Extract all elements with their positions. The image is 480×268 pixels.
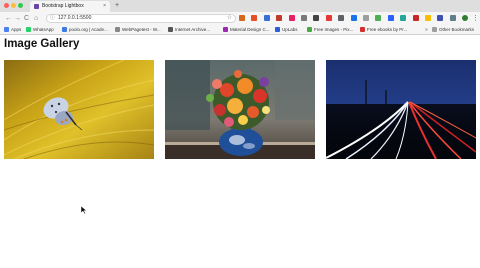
extension-icon[interactable]	[276, 15, 283, 21]
extension-icon[interactable]	[400, 15, 407, 21]
tab-bootstrap-lightbox[interactable]: Bootstrap Lightbox ×	[30, 1, 110, 12]
more-bookmarks-icon[interactable]: »	[425, 26, 428, 34]
close-window-button[interactable]	[4, 3, 9, 8]
tab-close-icon[interactable]: ×	[103, 2, 106, 11]
gallery-image-flowers[interactable]	[165, 60, 315, 159]
page-content: Image Gallery	[0, 36, 480, 268]
reload-icon[interactable]: C	[24, 14, 29, 23]
back-icon[interactable]: ←	[5, 14, 12, 23]
gallery-image-butterfly[interactable]	[4, 60, 154, 159]
bookmark-label: Free Images - Pix...	[314, 27, 354, 32]
bookmark-star-icon[interactable]: ☆	[227, 15, 232, 22]
extension-icon[interactable]	[375, 15, 382, 21]
new-tab-button[interactable]: +	[113, 2, 121, 10]
bookmark-label: WebPagetest - W...	[122, 27, 161, 32]
bookmark-favicon-icon	[307, 27, 312, 32]
bookmark-favicon-icon	[26, 27, 31, 32]
address-bar[interactable]: ⓘ 127.0.0.1:5500 ☆	[46, 14, 236, 23]
browser-toolbar: ← → C ⌂ ⓘ 127.0.0.1:5500 ☆ ⋮	[0, 12, 480, 25]
extension-icon[interactable]	[338, 15, 345, 21]
bookmark-favicon-icon	[360, 27, 365, 32]
bookmark-label: Internet Archive...	[175, 27, 211, 32]
extension-icon[interactable]	[387, 15, 394, 21]
extension-icon[interactable]	[263, 15, 270, 21]
bookmark-favicon-icon	[115, 27, 120, 32]
extension-icon[interactable]	[288, 15, 295, 21]
bookmark-label: WhatsApp	[33, 27, 54, 32]
maximize-window-button[interactable]	[18, 3, 23, 8]
bookmark-label: UpLabs	[282, 27, 298, 32]
extension-icon[interactable]	[363, 15, 369, 21]
extension-icon[interactable]	[325, 15, 332, 21]
menu-icon[interactable]: ⋮	[472, 14, 479, 23]
bookmark-label: poolo.org | Acade...	[69, 27, 108, 32]
bookmark-label: Other Bookmarks	[439, 27, 475, 32]
bookmark-label: Apps	[11, 27, 22, 32]
bookmark-favicon-icon	[62, 27, 67, 32]
tab-strip: Bootstrap Lightbox × +	[0, 0, 480, 12]
extension-icon[interactable]	[301, 15, 307, 21]
extension-icon[interactable]	[437, 15, 444, 21]
bootstrap-favicon-icon	[34, 4, 39, 9]
folder-icon	[432, 27, 437, 32]
minimize-window-button[interactable]	[11, 3, 16, 8]
bookmark-favicon-icon	[168, 27, 173, 32]
extension-icon[interactable]	[313, 15, 320, 21]
bookmark-label: Material Design C...	[230, 27, 270, 32]
extension-icon[interactable]	[239, 15, 245, 21]
bookmark-favicon-icon	[223, 27, 228, 32]
bookmarks-bar: Apps WhatsApp poolo.org | Acade... WebPaget…	[0, 25, 480, 35]
bookmark-label: Free ebooks by Pr...	[367, 27, 408, 32]
extension-icon[interactable]	[412, 15, 419, 21]
forward-icon[interactable]: →	[14, 14, 21, 23]
info-icon[interactable]: ⓘ	[50, 15, 55, 22]
extension-icon[interactable]	[251, 15, 258, 21]
gallery-image-highway[interactable]	[326, 60, 476, 159]
mouse-cursor-icon	[81, 206, 87, 214]
extension-icon[interactable]	[449, 15, 456, 21]
extension-icon[interactable]	[350, 15, 357, 21]
url-text[interactable]: 127.0.0.1:5500	[58, 15, 91, 22]
profile-avatar-icon[interactable]	[462, 15, 469, 21]
home-icon[interactable]: ⌂	[34, 14, 38, 23]
bookmark-favicon-icon	[4, 27, 9, 32]
bookmark-favicon-icon	[275, 27, 280, 32]
extension-icon[interactable]	[425, 15, 431, 21]
page-title: Image Gallery	[4, 38, 80, 50]
tab-title: Bootstrap Lightbox	[42, 3, 84, 9]
